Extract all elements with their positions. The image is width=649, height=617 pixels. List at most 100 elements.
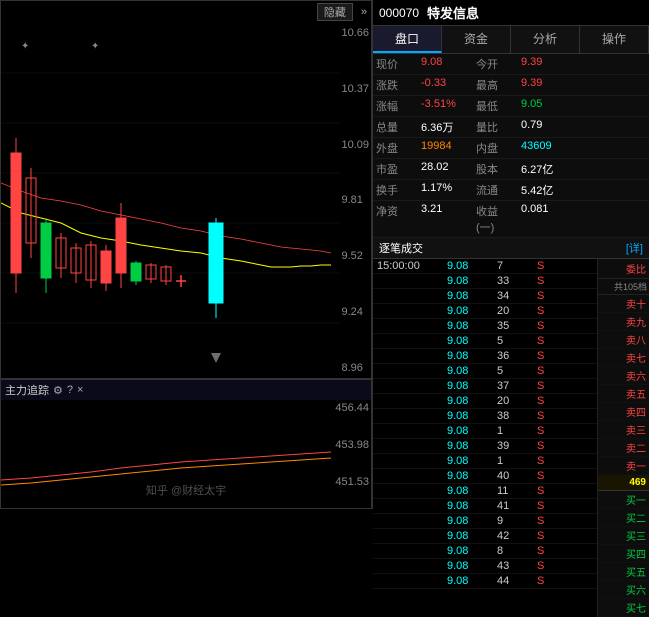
trade-row: 9.08 1 S [373, 424, 597, 439]
label-现价: 现价 [373, 54, 418, 74]
trade-row: 9.08 8 S [373, 544, 597, 559]
trade-row: 9.08 9 S [373, 514, 597, 529]
price-level-4: 9.81 [341, 194, 369, 206]
volume-scale: 456.44 453.98 451.53 [335, 400, 369, 490]
chart-top-bar: 隐藏 » [1, 1, 371, 23]
vol-level-3: 451.53 [335, 476, 369, 488]
right-panel: 000070 特发信息 盘口 资金 分析 操作 现价 9.08 今开 9.39 … [372, 0, 649, 509]
value-总量: 6.36万 [418, 117, 473, 137]
data-row-6: 市盈 28.02 股本 6.27亿 [373, 159, 649, 180]
label-最低: 最低 [473, 96, 518, 116]
label-换手: 换手 [373, 180, 418, 200]
value-换手: 1.17% [418, 180, 473, 200]
sell-3: 卖三 [598, 421, 649, 439]
trade-row: 9.08 1 S [373, 454, 597, 469]
candlestick-svg [1, 23, 341, 378]
chart-top-controls: 隐藏 » [313, 3, 367, 21]
value-涨跌: -0.33 [418, 75, 473, 95]
label-市盈: 市盈 [373, 159, 418, 179]
volume-svg [1, 400, 341, 490]
buy-4: 买四 [598, 545, 649, 563]
value-流通: 5.42亿 [518, 180, 578, 200]
data-row-8: 净资 3.21 收益(一) 0.081 [373, 201, 649, 238]
buy-2: 买二 [598, 509, 649, 527]
chevron-right-icon: » [361, 6, 367, 18]
trade-row: 9.08 37 S [373, 379, 597, 394]
label-股本: 股本 [473, 159, 518, 179]
buy-7: 买七 [598, 599, 649, 617]
gear-icon[interactable]: ⚙ [53, 384, 63, 397]
value-股本: 6.27亿 [518, 159, 578, 179]
value-最高: 9.39 [518, 75, 578, 95]
sell-8: 卖八 [598, 331, 649, 349]
buy-1: 买一 [598, 491, 649, 509]
order-book-panel: 委比 共105档 卖十 卖九 卖八 卖七 卖六 卖五 卖四 卖三 卖二 卖一 4… [597, 259, 649, 617]
price-level-5: 9.52 [341, 250, 369, 262]
question-icon[interactable]: ? [67, 384, 73, 396]
price-scale: 10.66 10.37 10.09 9.81 9.52 9.24 8.96 [341, 23, 369, 378]
price-level-1: 10.66 [341, 27, 369, 39]
value-外盘: 19984 [418, 138, 473, 158]
sell-4: 卖四 [598, 403, 649, 421]
sell-5: 卖五 [598, 385, 649, 403]
trade-header: 逐笔成交 [详] [373, 238, 649, 259]
label-内盘: 内盘 [473, 138, 518, 158]
trade-section: 15:00:00 9.08 7 S 9.08 33 S 9.08 34 S 9.… [373, 259, 649, 617]
buy-6: 买六 [598, 581, 649, 599]
value-涨幅: -3.51% [418, 96, 473, 116]
sell-9: 卖九 [598, 313, 649, 331]
stock-data-panel: 现价 9.08 今开 9.39 涨跌 -0.33 最高 9.39 涨幅 -3.5… [373, 54, 649, 617]
label-总量: 总量 [373, 117, 418, 137]
value-市盈: 28.02 [418, 159, 473, 179]
tab-资金[interactable]: 资金 [442, 26, 511, 53]
value-内盘: 43609 [518, 138, 578, 158]
tab-分析[interactable]: 分析 [511, 26, 580, 53]
label-最高: 最高 [473, 75, 518, 95]
buy-5: 买五 [598, 563, 649, 581]
candlestick-chart: ✦ ✦ 10.66 10.37 10.09 9.81 9.52 9.24 8.9… [1, 23, 371, 378]
label-涨幅: 涨幅 [373, 96, 418, 116]
trade-row: 9.08 40 S [373, 469, 597, 484]
buy-3: 买三 [598, 527, 649, 545]
trade-row: 9.08 36 S [373, 349, 597, 364]
vol-level-2: 453.98 [335, 439, 369, 451]
value-量比: 0.79 [518, 117, 578, 137]
tab-盘口[interactable]: 盘口 [373, 26, 442, 53]
trade-row: 9.08 34 S [373, 289, 597, 304]
label-流通: 流通 [473, 180, 518, 200]
data-row-3: 涨幅 -3.51% 最低 9.05 [373, 96, 649, 117]
trade-row: 9.08 5 S [373, 364, 597, 379]
data-row-7: 换手 1.17% 流通 5.42亿 [373, 180, 649, 201]
sell-7: 卖七 [598, 349, 649, 367]
price-level-7: 8.96 [341, 362, 369, 374]
chart-area: 隐藏 » ✦ ✦ 10.66 10.37 10.09 9.81 9.52 9.2… [0, 0, 372, 509]
label-涨跌: 涨跌 [373, 75, 418, 95]
label-净资: 净资 [373, 201, 418, 237]
trade-row: 9.08 33 S [373, 274, 597, 289]
data-row-5: 外盘 19984 内盘 43609 [373, 138, 649, 159]
trade-row: 9.08 20 S [373, 394, 597, 409]
trade-row: 9.08 38 S [373, 409, 597, 424]
trade-row: 9.08 42 S [373, 529, 597, 544]
data-row-2: 涨跌 -0.33 最高 9.39 [373, 75, 649, 96]
active-sell-value: 469 [598, 475, 649, 491]
trade-row: 9.08 35 S [373, 319, 597, 334]
tab-操作[interactable]: 操作 [580, 26, 649, 53]
sell-6: 卖六 [598, 367, 649, 385]
price-level-6: 9.24 [341, 306, 369, 318]
hide-button[interactable]: 隐藏 [317, 3, 353, 21]
close-icon[interactable]: × [77, 384, 83, 396]
trade-row: 9.08 43 S [373, 559, 597, 574]
value-收益一: 0.081 [518, 201, 578, 237]
stock-title-bar: 000070 特发信息 [373, 0, 649, 26]
value-今开: 9.39 [518, 54, 578, 74]
trade-detail-link[interactable]: [详] [626, 240, 643, 256]
chart-label-bar: 主力追踪 ⚙ ? × [1, 379, 371, 400]
price-level-2: 10.37 [341, 83, 369, 95]
trade-row: 9.08 20 S [373, 304, 597, 319]
vol-level-1: 456.44 [335, 402, 369, 414]
label-收益一: 收益(一) [473, 201, 518, 237]
trade-row: 9.08 11 S [373, 484, 597, 499]
volume-chart: 456.44 453.98 451.53 [1, 400, 371, 490]
value-现价: 9.08 [418, 54, 473, 74]
